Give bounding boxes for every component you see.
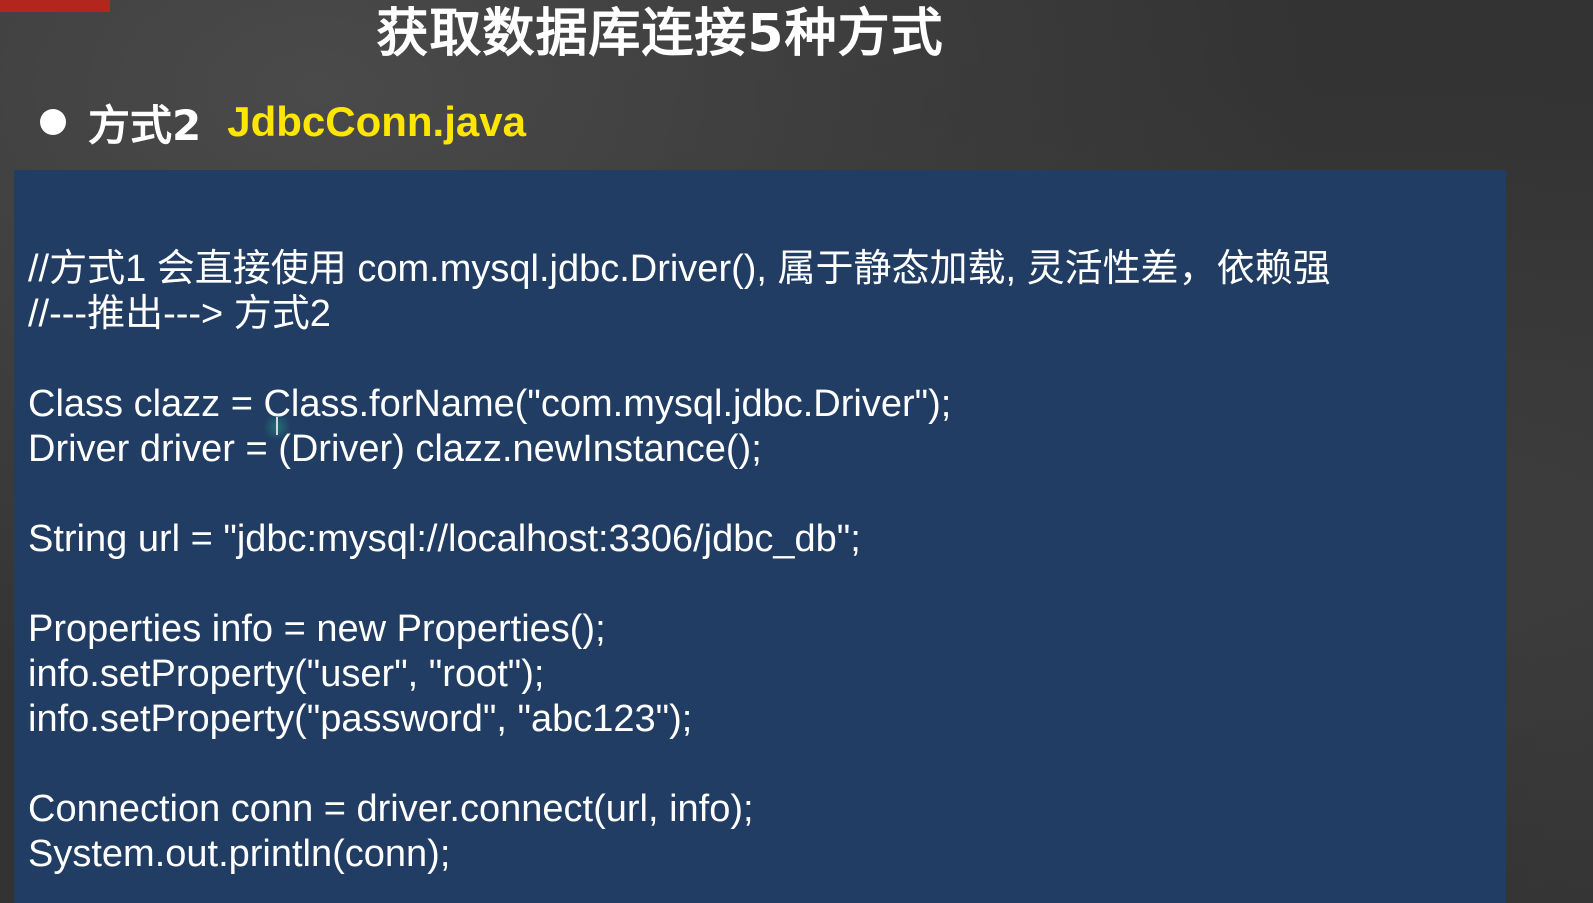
code-line: System.out.println(conn);	[28, 833, 451, 875]
code-panel: //方式1 会直接使用 com.mysql.jdbc.Driver(), 属于静…	[14, 170, 1506, 903]
bullet-label: 方式2	[88, 100, 202, 150]
code-line: //---推出---> 方式2	[28, 293, 331, 335]
code-line: Driver driver = (Driver) clazz.newInstan…	[28, 428, 762, 470]
code-line: info.setProperty("password", "abc123");	[28, 698, 693, 740]
slide-title: 获取数据库连接5种方式	[376, 4, 944, 64]
code-line: Properties info = new Properties();	[28, 608, 606, 650]
code-line: info.setProperty("user", "root");	[28, 653, 545, 695]
code-line: //方式1 会直接使用 com.mysql.jdbc.Driver(), 属于静…	[28, 248, 1331, 290]
code-line: Connection conn = driver.connect(url, in…	[28, 788, 754, 830]
bullet-filename: JdbcConn.java	[227, 98, 526, 145]
code-block: //方式1 会直接使用 com.mysql.jdbc.Driver(), 属于静…	[28, 247, 1331, 877]
code-line: Class clazz = Class.forName("com.mysql.j…	[28, 383, 952, 425]
text-cursor-icon	[263, 413, 291, 441]
bullet-row: 方式2 JdbcConn.java	[40, 94, 526, 150]
code-line: String url = "jdbc:mysql://localhost:330…	[28, 518, 861, 560]
bullet-dot-icon	[40, 109, 66, 135]
